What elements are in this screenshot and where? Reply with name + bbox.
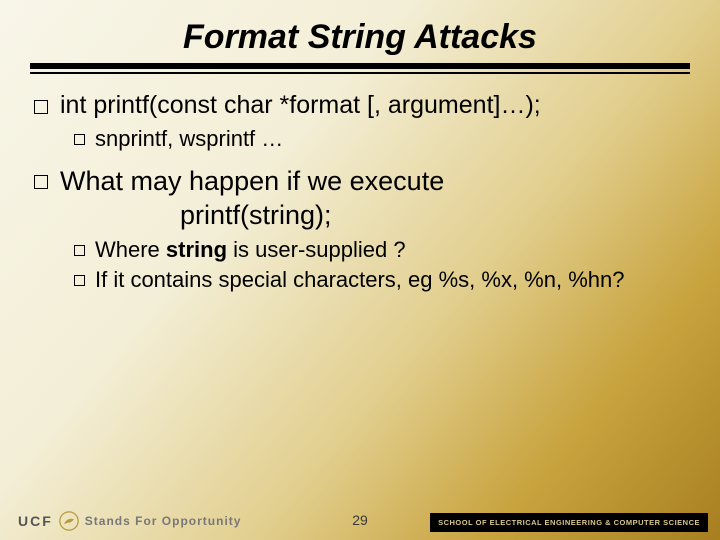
bullet-2-line2: printf(string); <box>60 200 332 230</box>
slide: Format String Attacks int printf(const c… <box>0 0 720 540</box>
square-bullet-icon <box>74 134 85 145</box>
ucf-logo-block: UCF Stands For Opportunity <box>0 511 241 531</box>
bullet-2b: If it contains special characters, eg %s… <box>74 266 686 294</box>
bullet-2: What may happen if we execute printf(str… <box>34 165 686 233</box>
bullet-2a-post: is user-supplied ? <box>227 237 406 262</box>
bullet-1: int printf(const char *format [, argumen… <box>34 90 686 121</box>
ucf-tagline: Stands For Opportunity <box>85 514 242 528</box>
bullet-1a: snprintf, wsprintf … <box>74 125 686 153</box>
title-rule-thick <box>30 63 690 69</box>
bullet-2a-text: Where string is user-supplied ? <box>95 236 686 264</box>
bullet-2-text: What may happen if we execute printf(str… <box>60 165 686 233</box>
bullet-2a-pre: Where <box>95 237 166 262</box>
bullet-2a: Where string is user-supplied ? <box>74 236 686 264</box>
bullet-1-text: int printf(const char *format [, argumen… <box>60 90 686 121</box>
page-number: 29 <box>352 512 368 528</box>
square-bullet-icon <box>74 245 85 256</box>
slide-title: Format String Attacks <box>0 0 720 63</box>
bullet-2a-bold: string <box>166 237 227 262</box>
square-bullet-icon <box>34 175 48 189</box>
ucf-wordmark: UCF <box>18 513 53 529</box>
square-bullet-icon <box>34 100 48 114</box>
footer: UCF Stands For Opportunity 29 SCHOOL OF … <box>0 502 720 540</box>
bullet-2b-text: If it contains special characters, eg %s… <box>95 266 686 294</box>
slide-body: int printf(const char *format [, argumen… <box>0 74 720 293</box>
school-badge: SCHOOL OF ELECTRICAL ENGINEERING & COMPU… <box>430 513 708 532</box>
bullet-2-line1: What may happen if we execute <box>60 166 444 196</box>
pegasus-icon <box>59 511 79 531</box>
square-bullet-icon <box>74 275 85 286</box>
bullet-1a-text: snprintf, wsprintf … <box>95 125 686 153</box>
